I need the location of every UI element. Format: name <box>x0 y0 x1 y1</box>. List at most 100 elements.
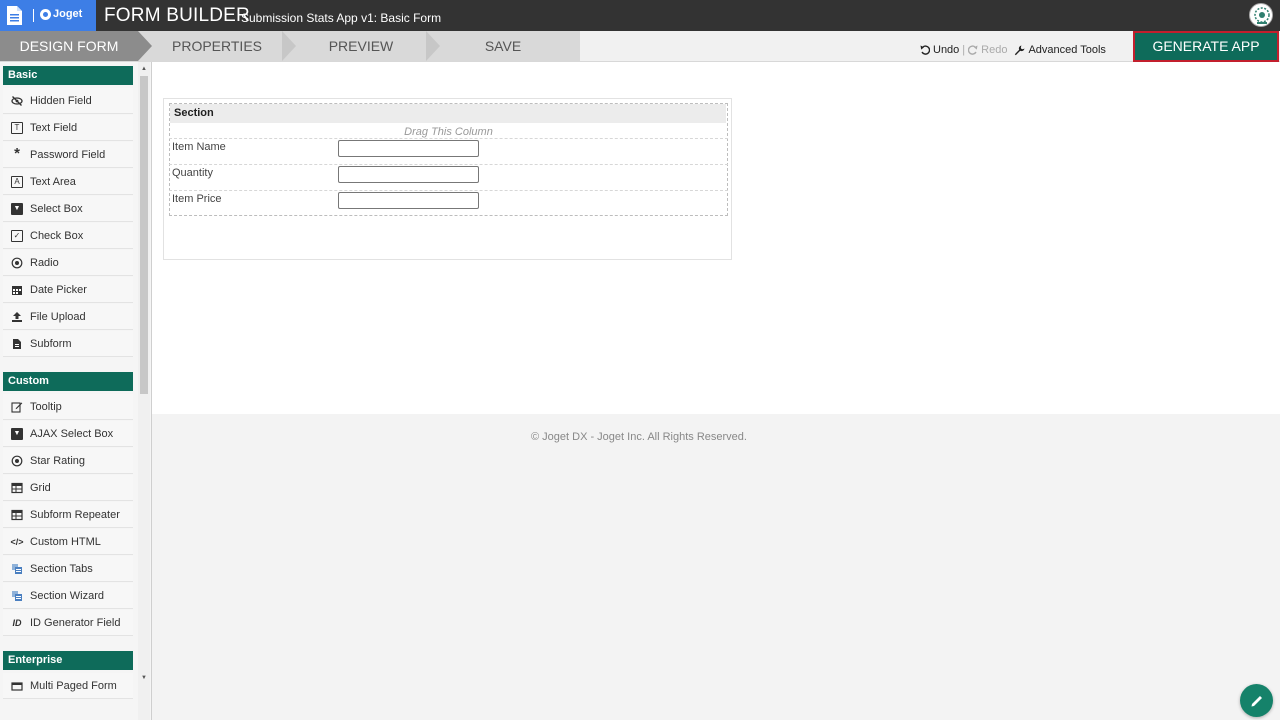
palette-item-check-box[interactable]: ✓ Check Box <box>3 223 133 249</box>
palette-scrollbar-thumb[interactable] <box>140 76 148 394</box>
palette-item-label: AJAX Select Box <box>30 428 114 440</box>
palette-item-label: Tooltip <box>30 401 62 413</box>
element-palette: ▲ ▼ Basic Hidden Field T Text Field * Pa… <box>0 62 152 720</box>
palette-item-section-wizard[interactable]: Section Wizard <box>3 583 133 609</box>
palette-item-multi-paged-form[interactable]: Multi Paged Form <box>3 673 133 699</box>
advanced-tools-button[interactable]: Advanced Tools <box>1028 44 1105 56</box>
palette-item-label: Radio <box>30 257 59 269</box>
palette-item-label: File Upload <box>30 311 86 323</box>
scroll-up-arrow-icon[interactable]: ▲ <box>140 65 148 73</box>
form-row-item-name[interactable]: Item Name <box>169 138 728 164</box>
redo-icon <box>968 45 978 55</box>
table-icon <box>11 509 23 521</box>
palette-item-subform-repeater[interactable]: Subform Repeater <box>3 502 133 528</box>
radio-icon <box>11 455 23 467</box>
history-tools: Undo | Redo Advanced Tools <box>920 44 1106 56</box>
form-row-item-price[interactable]: Item Price <box>169 190 728 216</box>
palette-item-label: Section Wizard <box>30 590 104 602</box>
eye-slash-icon <box>11 95 23 107</box>
file-icon <box>11 338 23 350</box>
logo-text: Joget <box>53 8 83 20</box>
footer <box>152 414 1280 720</box>
item-price-input[interactable] <box>338 192 479 209</box>
category-enterprise: Enterprise <box>3 651 133 670</box>
palette-item-label: Grid <box>30 482 51 494</box>
step-arrow <box>426 31 440 61</box>
undo-button[interactable]: Undo <box>933 44 959 56</box>
palette-item-tooltip[interactable]: Tooltip <box>3 394 133 420</box>
step-tabs: DESIGN FORM PROPERTIES PREVIEW SAVE <box>0 31 580 61</box>
palette-item-grid[interactable]: Grid <box>3 475 133 501</box>
palette-item-label: Select Box <box>30 203 83 215</box>
palette-item-text-field[interactable]: T Text Field <box>3 115 133 141</box>
page-subtitle: Submission Stats App v1: Basic Form <box>241 11 442 25</box>
palette-item-id-generator-field[interactable]: ID ID Generator Field <box>3 610 133 636</box>
edit-icon <box>11 401 23 413</box>
palette-item-password-field[interactable]: * Password Field <box>3 142 133 168</box>
palette-item-ajax-select-box[interactable]: ▼ AJAX Select Box <box>3 421 133 447</box>
text-area-icon: A <box>11 176 23 188</box>
palette-item-text-area[interactable]: A Text Area <box>3 169 133 195</box>
table-icon <box>11 482 23 494</box>
copyright-text: © Joget DX - Joget Inc. All Rights Reser… <box>531 431 747 443</box>
palette-item-star-rating[interactable]: Star Rating <box>3 448 133 474</box>
user-avatar[interactable] <box>1249 3 1273 27</box>
radio-icon <box>11 257 23 269</box>
section-title[interactable]: Section <box>170 104 726 123</box>
palette-item-file-upload[interactable]: File Upload <box>3 304 133 330</box>
palette-item-label: Multi Paged Form <box>30 680 117 692</box>
palette-item-label: Text Area <box>30 176 76 188</box>
drag-column-handle[interactable]: Drag This Column <box>169 126 728 138</box>
wrench-icon <box>1015 45 1025 55</box>
edit-floating-button[interactable] <box>1240 684 1273 717</box>
palette-item-select-box[interactable]: ▼ Select Box <box>3 196 133 222</box>
undo-icon <box>920 45 930 55</box>
category-basic: Basic <box>3 66 133 85</box>
pencil-icon <box>1251 694 1263 706</box>
palette-item-label: Date Picker <box>30 284 87 296</box>
palette-item-label: Check Box <box>30 230 84 242</box>
tab-design-form[interactable]: DESIGN FORM <box>0 31 138 61</box>
step-arrow <box>138 31 152 61</box>
palette-item-label: Text Field <box>30 122 78 134</box>
field-label: Quantity <box>172 167 213 179</box>
toolbar-separator: | <box>962 44 966 56</box>
palette-item-custom-html[interactable]: </> Custom HTML <box>3 529 133 555</box>
top-bar: Joget FORM BUILDER Submission Stats App … <box>0 0 1280 31</box>
pages-icon <box>11 680 23 692</box>
caret-box-icon: ▼ <box>11 428 23 440</box>
checkbox-icon: ✓ <box>11 230 23 242</box>
text-field-icon: T <box>11 122 23 134</box>
palette-item-label: Hidden Field <box>30 95 92 107</box>
tab-save[interactable]: SAVE <box>440 31 566 61</box>
calendar-icon <box>11 284 23 296</box>
document-icon <box>7 6 22 25</box>
palette-item-label: Section Tabs <box>30 563 93 575</box>
tab-preview[interactable]: PREVIEW <box>296 31 426 61</box>
palette-item-subform[interactable]: Subform <box>3 331 133 357</box>
palette-item-hidden-field[interactable]: Hidden Field <box>3 88 133 114</box>
palette-item-label: Password Field <box>30 149 106 161</box>
palette-item-section-tabs[interactable]: Section Tabs <box>3 556 133 582</box>
tab-properties[interactable]: PROPERTIES <box>152 31 282 61</box>
section-icon <box>11 563 23 575</box>
palette-item-label: Subform <box>30 338 72 350</box>
page-title: FORM BUILDER <box>104 5 250 26</box>
avatar-icon <box>1252 6 1272 26</box>
generate-app-button[interactable]: GENERATE APP <box>1133 31 1279 62</box>
section-icon <box>11 590 23 602</box>
quantity-input[interactable] <box>338 166 479 183</box>
form-row-quantity[interactable]: Quantity <box>169 164 728 190</box>
item-name-input[interactable] <box>338 140 479 157</box>
redo-button[interactable]: Redo <box>981 44 1007 56</box>
joget-logo-icon <box>40 8 51 20</box>
palette-item-radio[interactable]: Radio <box>3 250 133 276</box>
scroll-down-arrow-icon[interactable]: ▼ <box>140 674 148 682</box>
id-icon: ID <box>12 618 22 628</box>
asterisk-icon: * <box>14 145 20 162</box>
upload-icon <box>11 311 23 323</box>
app-logo[interactable]: Joget <box>0 0 96 31</box>
field-label: Item Price <box>172 193 222 205</box>
palette-item-date-picker[interactable]: Date Picker <box>3 277 133 303</box>
palette-item-label: Star Rating <box>30 455 86 467</box>
